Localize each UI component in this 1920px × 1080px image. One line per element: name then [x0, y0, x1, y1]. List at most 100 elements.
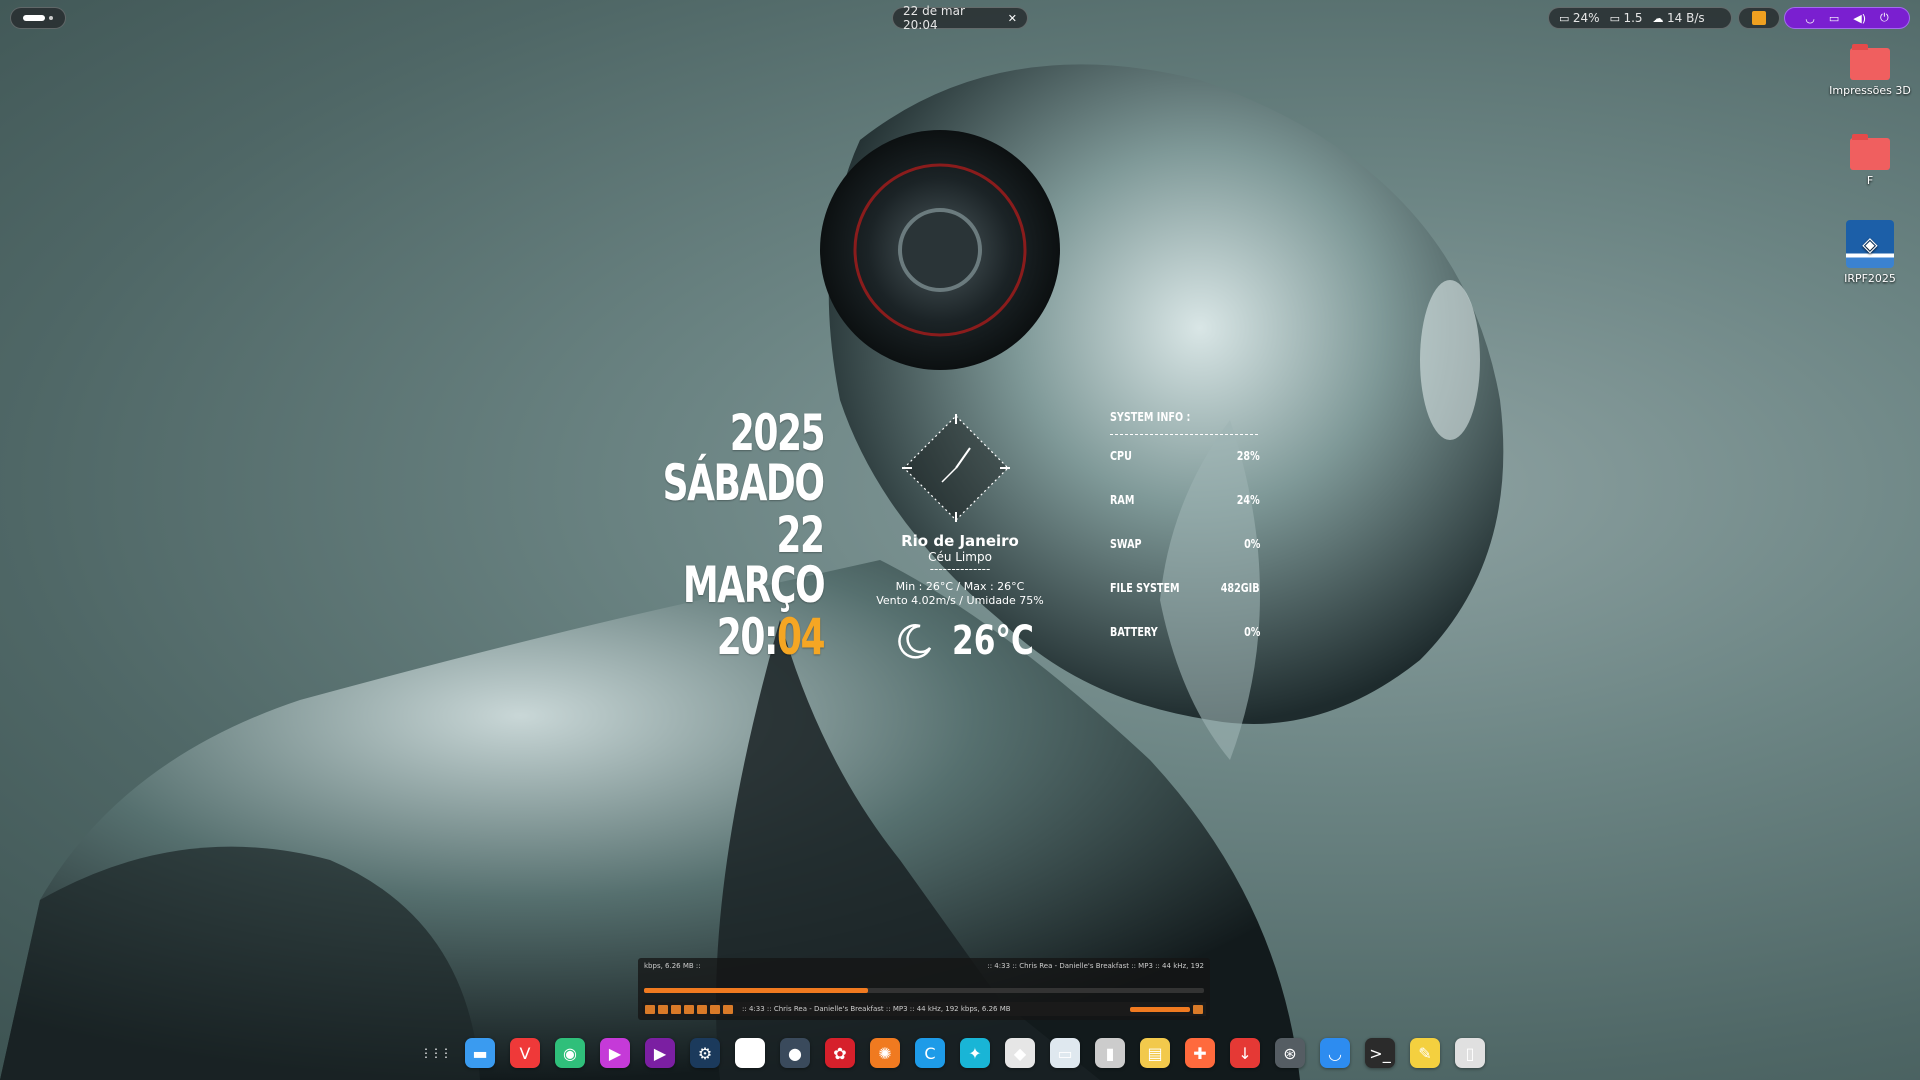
sysinfo-row-cpu: CPU 28% — [1110, 449, 1260, 493]
desktop-app-irpf2025[interactable]: ◈ IRPF2025 — [1820, 220, 1920, 285]
sysinfo-value: 24% — [1237, 493, 1260, 507]
cpu-indicator: ▭ 24% — [1559, 11, 1600, 25]
cloud-sync-icon: ◡ — [1805, 11, 1815, 25]
app-blue-circle-icon[interactable]: ● — [780, 1038, 810, 1068]
system-menu-button[interactable]: ◡ ▭ ◀) ⏻ — [1784, 7, 1910, 29]
android-icon[interactable]: ◆ — [1005, 1038, 1035, 1068]
widget-hour: 20: — [716, 608, 779, 666]
teal-app-icon[interactable]: ✦ — [960, 1038, 990, 1068]
network-value: 14 B/s — [1667, 11, 1705, 25]
tray-app-button[interactable] — [1738, 7, 1780, 29]
player-seek-bar[interactable] — [644, 988, 1204, 993]
load-value: 1.5 — [1623, 11, 1643, 25]
folder-icon — [1850, 44, 1890, 80]
desktop-icon-label: F — [1866, 174, 1874, 187]
prev-button[interactable] — [645, 1004, 655, 1014]
player-info-right: :: 4:33 :: Chris Rea - Danielle's Breakf… — [987, 962, 1204, 970]
activities-button[interactable] — [10, 7, 66, 29]
vivaldi-icon[interactable]: V — [510, 1038, 540, 1068]
window-app-icon[interactable]: ▭ — [1050, 1038, 1080, 1068]
widget-minute: 04 — [776, 608, 826, 666]
player-ticker: :: 4:33 :: Chris Rea - Danielle's Breakf… — [742, 1005, 1011, 1013]
media-app-icon[interactable]: ▶ — [600, 1038, 630, 1068]
store-app-icon[interactable]: ◡ — [1320, 1038, 1350, 1068]
play-app-icon[interactable]: ▶ — [645, 1038, 675, 1068]
media-player[interactable]: kbps, 6.26 MB :: :: 4:33 :: Chris Rea - … — [638, 958, 1210, 1020]
playlist-button[interactable] — [1193, 1004, 1203, 1014]
widget-month: MARÇO — [682, 556, 826, 614]
cpu-value: 24% — [1572, 11, 1600, 25]
play-button[interactable] — [658, 1004, 668, 1014]
sysinfo-value: 0% — [1243, 537, 1260, 551]
aperture-icon[interactable]: ✺ — [870, 1038, 900, 1068]
steam-icon[interactable]: ⚙ — [690, 1038, 720, 1068]
download-app-icon[interactable]: ↓ — [1230, 1038, 1260, 1068]
network-indicator: ☁ 14 B/s — [1653, 11, 1705, 25]
cloud-icon: ☁ — [1652, 12, 1668, 25]
desktop-folder-impressoes-3d[interactable]: Impressões 3D — [1820, 44, 1920, 97]
shuffle-button[interactable] — [723, 1004, 733, 1014]
sysinfo-label: BATTERY — [1110, 625, 1158, 639]
app-green-icon[interactable]: ◉ — [555, 1038, 585, 1068]
system-monitor-button[interactable]: ▭ 24% ▭ 1.5 ☁ 14 B/s — [1548, 7, 1732, 29]
widget-time: 20:04 — [717, 612, 826, 662]
widget-year: 2025 — [729, 404, 826, 462]
monitor-icon: ▭ — [1609, 12, 1624, 25]
tray-app-icon — [1752, 11, 1766, 25]
analog-clock — [902, 414, 1010, 522]
player-seek-fill — [644, 988, 868, 993]
display-icon: ▭ — [1828, 11, 1840, 25]
clock-label: 22 de mar 20:04 — [903, 4, 965, 32]
app-orange-icon[interactable]: ▥ — [735, 1038, 765, 1068]
moon-icon — [898, 624, 932, 659]
pause-button[interactable] — [671, 1004, 681, 1014]
sysinfo-row-filesystem: FILE SYSTEM 482GIB — [1110, 581, 1260, 625]
archive-app-icon[interactable]: ▤ — [1140, 1038, 1170, 1068]
weather-min-max: Min : 26°C / Max : 26°C — [895, 580, 1025, 593]
files-icon[interactable]: ▬ — [465, 1038, 495, 1068]
irpf-app-icon: ◈ — [1846, 220, 1894, 268]
sysinfo-value: 0% — [1243, 625, 1260, 639]
sysinfo-value: 28% — [1237, 449, 1260, 463]
cloud-app-icon[interactable]: C — [915, 1038, 945, 1068]
player-title-bar: kbps, 6.26 MB :: :: 4:33 :: Chris Rea - … — [644, 962, 1204, 970]
next-button[interactable] — [697, 1004, 707, 1014]
sysinfo-value: 482GIB — [1221, 581, 1260, 595]
game-app-icon[interactable]: ✿ — [825, 1038, 855, 1068]
stop-button[interactable] — [684, 1004, 694, 1014]
widget-weekday: SÁBADO — [663, 454, 825, 512]
load-indicator: ▭ 1.5 — [1610, 11, 1643, 25]
sysinfo-label: SWAP — [1110, 537, 1142, 551]
volume-icon: ◀) — [1853, 11, 1867, 25]
eject-button[interactable] — [710, 1004, 720, 1014]
widget-day: 22 — [776, 506, 826, 564]
sysinfo-label: RAM — [1110, 493, 1135, 507]
volume-slider[interactable] — [1130, 1006, 1190, 1012]
steering-app-icon[interactable]: ⊛ — [1275, 1038, 1305, 1068]
weather-temperature: 26°C — [952, 618, 1034, 664]
weather-city: Rio de Janeiro — [901, 532, 1019, 550]
divider — [1110, 434, 1258, 435]
desktop-icon-label: IRPF2025 — [1844, 272, 1896, 285]
player-info-left: kbps, 6.26 MB :: — [644, 962, 701, 970]
sysinfo-row-ram: RAM 24% — [1110, 493, 1260, 537]
trash-icon[interactable]: ▯ — [1455, 1038, 1485, 1068]
power-icon: ⏻ — [1880, 11, 1889, 24]
editor-app-icon[interactable]: ✎ — [1410, 1038, 1440, 1068]
sysinfo-row-battery: BATTERY 0% — [1110, 625, 1260, 669]
sysinfo-label: CPU — [1110, 449, 1132, 463]
workspace-indicator — [23, 15, 45, 21]
weather-wind-humidity: Vento 4.02m/s / Umidade 75% — [876, 594, 1044, 607]
sysinfo-label: FILE SYSTEM — [1110, 581, 1180, 595]
terminal-icon[interactable]: >_ — [1365, 1038, 1395, 1068]
app-grid-icon[interactable]: ⋮⋮⋮ — [420, 1038, 452, 1068]
system-info-panel: SYSTEM INFO : CPU 28% RAM 24% SWAP 0% FILE … — [1110, 410, 1260, 669]
desktop-folder-f[interactable]: F — [1820, 134, 1920, 187]
clock-button[interactable]: 22 de mar 20:04 ✕ — [892, 4, 1028, 32]
workspace-dot — [49, 16, 53, 20]
sysinfo-row-swap: SWAP 0% — [1110, 537, 1260, 581]
player-controls: :: 4:33 :: Chris Rea - Danielle's Breakf… — [642, 1002, 1206, 1016]
weather-separator: -------------- — [929, 562, 991, 576]
gamepad-icon[interactable]: ✚ — [1185, 1038, 1215, 1068]
usb-app-icon[interactable]: ▮ — [1095, 1038, 1125, 1068]
